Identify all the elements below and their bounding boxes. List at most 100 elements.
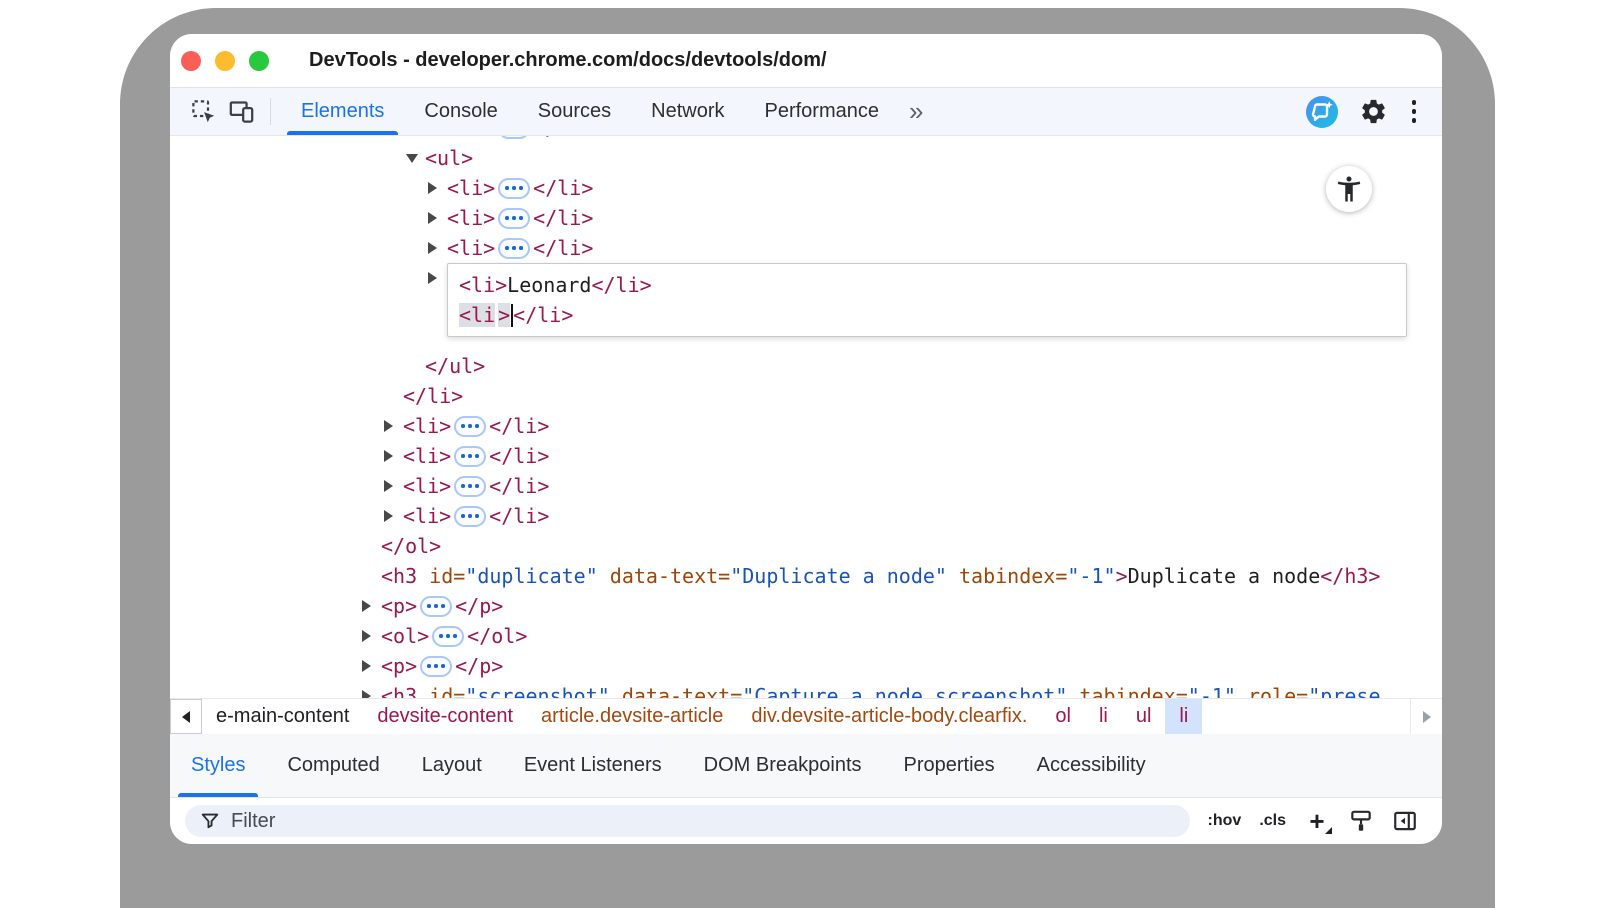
close-window-button[interactable]	[181, 51, 201, 71]
tab-console[interactable]: Console	[404, 88, 517, 135]
panel-tabs: Elements Console Sources Network Perform…	[281, 88, 899, 135]
toggle-sidebar-button[interactable]	[1392, 808, 1418, 834]
rendering-emulation-button[interactable]	[1348, 808, 1374, 834]
dom-node-row[interactable]: <ul>	[170, 143, 1442, 173]
dom-node-row[interactable]: <li></li>	[170, 411, 1442, 441]
breadcrumb-item[interactable]: li	[1085, 699, 1122, 734]
tab-elements[interactable]: Elements	[281, 88, 404, 135]
dom-node-row[interactable]: <p></p>	[170, 651, 1442, 681]
dom-node-text: </ol>	[381, 534, 441, 558]
dom-node-row[interactable]: <li></li>	[170, 203, 1442, 233]
breadcrumb-scroll-left-button[interactable]	[170, 699, 202, 734]
sidebar-tabs: Styles Computed Layout Event Listeners D…	[170, 734, 1442, 798]
settings-button[interactable]	[1359, 97, 1388, 126]
tab-performance[interactable]: Performance	[745, 88, 900, 135]
filter-input[interactable]	[231, 810, 1182, 833]
new-style-rule-button[interactable]: +	[1304, 808, 1330, 834]
dock-panel-icon	[1392, 808, 1418, 834]
expand-arrow-icon[interactable]	[362, 660, 381, 672]
expand-arrow-icon[interactable]	[384, 450, 403, 462]
pseudo-state-button[interactable]: :hov	[1208, 812, 1242, 830]
ellipsis-expand-button[interactable]	[454, 416, 486, 437]
dom-node-text: <li></li>	[447, 206, 593, 230]
tab-accessibility[interactable]: Accessibility	[1016, 734, 1167, 797]
dom-node-text: <li></li>	[403, 444, 549, 468]
dom-node-row[interactable]: <li></li>	[170, 501, 1442, 531]
dom-edit-box[interactable]: <li>Leonard</li><li></li>	[447, 263, 1407, 337]
inspect-icon	[190, 98, 217, 125]
ellipsis-expand-button[interactable]	[498, 136, 530, 139]
stage: DevTools - developer.chrome.com/docs/dev…	[0, 0, 1600, 908]
tab-layout[interactable]: Layout	[401, 734, 503, 797]
expand-arrow-icon[interactable]	[384, 510, 403, 522]
tab-network[interactable]: Network	[631, 88, 744, 135]
breadcrumb-scroll-right-button[interactable]	[1410, 699, 1442, 734]
breadcrumb-item-selected[interactable]: li	[1165, 699, 1202, 734]
ellipsis-expand-button[interactable]	[420, 656, 452, 677]
expand-arrow-icon[interactable]	[362, 600, 381, 612]
inspect-element-button[interactable]	[184, 88, 222, 135]
accessibility-button[interactable]	[1326, 166, 1372, 212]
expand-arrow-icon[interactable]	[384, 420, 403, 432]
dom-edit-row[interactable]: <li>Leonard</li><li></li>	[170, 263, 1442, 337]
minimize-window-button[interactable]	[215, 51, 235, 71]
ellipsis-expand-button[interactable]	[498, 238, 530, 259]
dom-node-row[interactable]: </ol>	[170, 531, 1442, 561]
breadcrumb-item[interactable]: devsite-content	[363, 699, 527, 734]
expand-arrow-icon[interactable]	[428, 272, 447, 284]
chevron-double-right-icon: »	[909, 96, 923, 127]
filter-pill[interactable]	[185, 805, 1190, 837]
tab-dom-breakpoints[interactable]: DOM Breakpoints	[683, 734, 883, 797]
menu-corner-icon	[1325, 827, 1332, 834]
breadcrumb-item[interactable]: ul	[1122, 699, 1166, 734]
expand-arrow-icon[interactable]	[362, 690, 381, 698]
dom-node-row[interactable]: <h3 id="duplicate" data-text="Duplicate …	[170, 561, 1442, 591]
edit-line[interactable]: <li></li>	[459, 300, 1395, 330]
dom-node-row[interactable]: <li></li>	[170, 441, 1442, 471]
dom-node-row[interactable]: <p></p>	[170, 591, 1442, 621]
tab-event-listeners[interactable]: Event Listeners	[503, 734, 683, 797]
ellipsis-expand-button[interactable]	[420, 596, 452, 617]
dom-node-row[interactable]: <li></li>	[170, 233, 1442, 263]
breadcrumb-item[interactable]: e-main-content	[202, 699, 363, 734]
dom-node-row[interactable]: <li></li>	[170, 471, 1442, 501]
expand-arrow-icon[interactable]	[384, 480, 403, 492]
tab-styles[interactable]: Styles	[170, 734, 266, 797]
ellipsis-expand-button[interactable]	[432, 626, 464, 647]
edit-line[interactable]: <li>Leonard</li>	[459, 270, 1395, 300]
ellipsis-expand-button[interactable]	[454, 506, 486, 527]
ellipsis-expand-button[interactable]	[454, 476, 486, 497]
dom-node-row[interactable]: </ul>	[170, 351, 1442, 381]
breadcrumb-item[interactable]: article.devsite-article	[527, 699, 737, 734]
more-options-button[interactable]	[1408, 96, 1421, 127]
more-panels-button[interactable]: »	[899, 88, 933, 135]
expand-arrow-icon[interactable]	[428, 212, 447, 224]
dom-node-text: <p></p>	[381, 594, 503, 618]
dom-node-text: <li></li>	[447, 236, 593, 260]
ai-assistant-button[interactable]	[1305, 95, 1339, 129]
expand-arrow-icon[interactable]	[428, 182, 447, 194]
device-toolbar-button[interactable]	[222, 88, 260, 135]
expand-arrow-icon[interactable]	[428, 242, 447, 254]
dom-node-row[interactable]: </li>	[170, 381, 1442, 411]
tab-computed[interactable]: Computed	[266, 734, 400, 797]
dom-node-row[interactable]: <li></li>	[170, 136, 1442, 143]
breadcrumb-item[interactable]: div.devsite-article-body.clearfix.	[737, 699, 1041, 734]
dom-node-row[interactable]: <h3 id="screenshot" data-text="Capture a…	[170, 681, 1442, 698]
dom-node-text: <ol></ol>	[381, 624, 527, 648]
breadcrumb-item[interactable]: ol	[1041, 699, 1085, 734]
zoom-window-button[interactable]	[249, 51, 269, 71]
chevron-left-icon	[182, 711, 190, 723]
tab-sources[interactable]: Sources	[518, 88, 631, 135]
plus-icon: +	[1309, 808, 1324, 834]
expand-arrow-icon[interactable]	[362, 630, 381, 642]
ellipsis-expand-button[interactable]	[498, 208, 530, 229]
tab-properties[interactable]: Properties	[883, 734, 1016, 797]
ellipsis-expand-button[interactable]	[498, 178, 530, 199]
ellipsis-expand-button[interactable]	[454, 446, 486, 467]
dom-node-row[interactable]: <li></li>	[170, 173, 1442, 203]
dom-node-row[interactable]: <ol></ol>	[170, 621, 1442, 651]
class-toggle-button[interactable]: .cls	[1259, 812, 1286, 830]
expand-arrow-icon[interactable]	[406, 154, 425, 163]
toolbar-right-group	[1305, 88, 1443, 135]
